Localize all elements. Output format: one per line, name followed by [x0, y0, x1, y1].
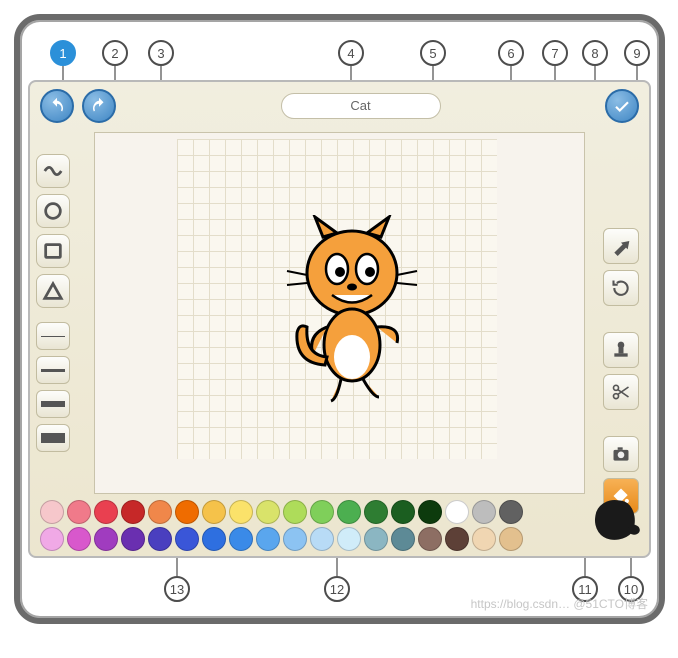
- color-palette: [36, 498, 643, 550]
- color-swatch[interactable]: [445, 500, 469, 524]
- edit-tools: [603, 228, 643, 514]
- color-swatch[interactable]: [148, 500, 172, 524]
- callout-5: 5: [420, 40, 446, 66]
- shape-tools: [36, 154, 76, 308]
- callout-8: 8: [582, 40, 608, 66]
- color-swatch[interactable]: [418, 500, 442, 524]
- color-swatch[interactable]: [256, 500, 280, 524]
- color-swatch[interactable]: [94, 500, 118, 524]
- color-swatch[interactable]: [310, 527, 334, 551]
- line-width-1[interactable]: [36, 322, 70, 350]
- callout-2: 2: [102, 40, 128, 66]
- color-swatch[interactable]: [310, 500, 334, 524]
- color-swatch[interactable]: [499, 527, 523, 551]
- color-swatch[interactable]: [364, 500, 388, 524]
- color-swatch[interactable]: [40, 527, 64, 551]
- callout-3: 3: [148, 40, 174, 66]
- brush-tool[interactable]: [36, 154, 70, 188]
- callout-7: 7: [542, 40, 568, 66]
- color-swatch[interactable]: [202, 500, 226, 524]
- scissors-tool[interactable]: [603, 374, 639, 410]
- color-swatch[interactable]: [418, 527, 442, 551]
- rotate-tool[interactable]: [603, 270, 639, 306]
- triangle-tool[interactable]: [36, 274, 70, 308]
- rect-tool[interactable]: [36, 234, 70, 268]
- ok-button[interactable]: [605, 89, 639, 123]
- watermark: https://blog.csdn… @51CTO博客: [471, 595, 648, 612]
- sprite-name-field[interactable]: Cat: [281, 93, 441, 119]
- color-swatch[interactable]: [175, 527, 199, 551]
- color-swatch[interactable]: [391, 527, 415, 551]
- callout-12: 12: [324, 576, 350, 602]
- color-swatch[interactable]: [256, 527, 280, 551]
- color-swatch[interactable]: [94, 527, 118, 551]
- color-swatch[interactable]: [337, 500, 361, 524]
- circle-tool[interactable]: [36, 194, 70, 228]
- stamp-tool[interactable]: [603, 332, 639, 368]
- callout-1: 1: [50, 40, 76, 66]
- color-swatch[interactable]: [283, 500, 307, 524]
- callout-6: 6: [498, 40, 524, 66]
- callout-4: 4: [338, 40, 364, 66]
- color-swatch[interactable]: [229, 500, 253, 524]
- paint-editor: Cat: [28, 80, 651, 558]
- undo-button[interactable]: [40, 89, 74, 123]
- line-width-tools: [36, 322, 76, 452]
- color-swatch[interactable]: [40, 500, 64, 524]
- color-swatch[interactable]: [229, 527, 253, 551]
- color-swatch[interactable]: [121, 500, 145, 524]
- color-swatch[interactable]: [121, 527, 145, 551]
- color-swatch[interactable]: [283, 527, 307, 551]
- callout-9: 9: [624, 40, 650, 66]
- color-swatch[interactable]: [202, 527, 226, 551]
- canvas[interactable]: [94, 132, 585, 494]
- camera-tool[interactable]: [603, 436, 639, 472]
- color-swatch[interactable]: [445, 527, 469, 551]
- drag-tool[interactable]: [603, 228, 639, 264]
- color-swatch[interactable]: [499, 500, 523, 524]
- redo-button[interactable]: [82, 89, 116, 123]
- color-swatch[interactable]: [472, 500, 496, 524]
- color-swatch[interactable]: [67, 527, 91, 551]
- color-swatch[interactable]: [337, 527, 361, 551]
- line-width-4[interactable]: [36, 424, 70, 452]
- color-swatch[interactable]: [175, 500, 199, 524]
- line-width-2[interactable]: [36, 356, 70, 384]
- color-swatch[interactable]: [67, 500, 91, 524]
- color-swatch[interactable]: [148, 527, 172, 551]
- color-swatch[interactable]: [364, 527, 388, 551]
- cat-sprite: [277, 215, 427, 405]
- callout-13: 13: [164, 576, 190, 602]
- line-width-3[interactable]: [36, 390, 70, 418]
- color-swatch[interactable]: [472, 527, 496, 551]
- color-swatch[interactable]: [391, 500, 415, 524]
- topbar: Cat: [30, 82, 649, 130]
- app-frame: 1 2 3 4 5 6 7 8 9 10 11 12 13 Cat: [14, 14, 665, 624]
